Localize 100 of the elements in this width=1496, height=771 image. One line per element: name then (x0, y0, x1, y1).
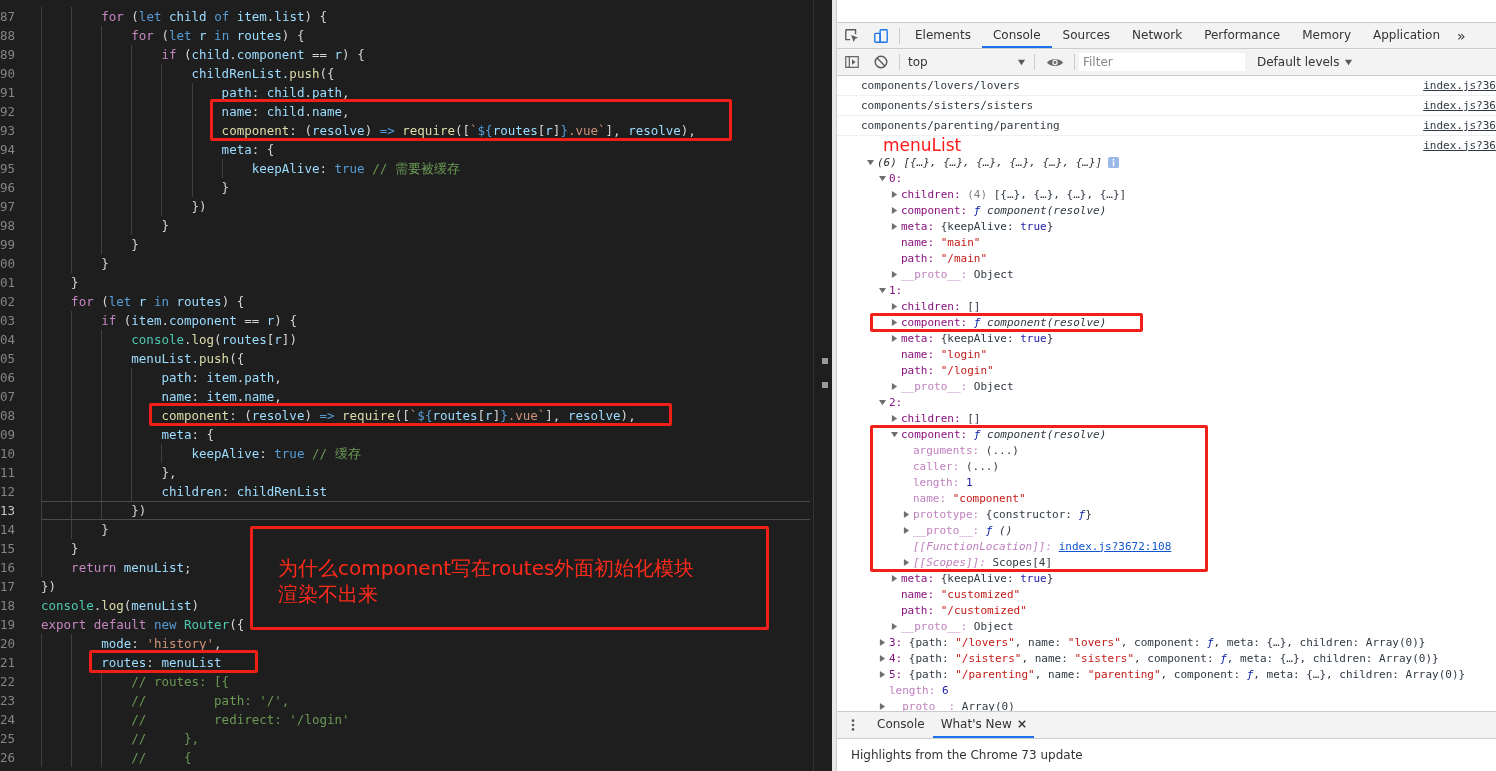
more-tabs-button[interactable]: » (1451, 27, 1472, 44)
property-entry: [[FunctionLocation]]: index.js?3672:108 (913, 539, 1172, 553)
line-number: 89 (0, 46, 17, 64)
drawer-tab[interactable]: What's New (932, 712, 1034, 738)
drawer-tab[interactable]: Console (869, 712, 933, 738)
disclosure-triangle[interactable] (891, 382, 898, 390)
disclosure-triangle[interactable] (891, 334, 898, 342)
disclosure-triangle[interactable] (903, 558, 910, 566)
disclosure-triangle[interactable] (891, 302, 898, 310)
clear-console-icon[interactable] (873, 54, 889, 70)
line-number: 20 (0, 635, 17, 653)
property-entry: [[Scopes]]: Scopes[4] (913, 555, 1053, 569)
line-number: 87 (0, 8, 17, 26)
source-link[interactable]: index.js?36 (1423, 79, 1496, 92)
caret-icon (1017, 57, 1026, 67)
console-message: components/lovers/lovers (861, 79, 1021, 92)
property-entry: children: [] (901, 299, 981, 313)
device-icon[interactable] (873, 27, 889, 44)
annotation-note: menuList (882, 136, 963, 154)
levels-dropdown[interactable]: Default levels (1251, 54, 1360, 70)
line-number: 18 (0, 597, 17, 615)
property-entry: name: "component" (913, 491, 1026, 505)
sidebar-toggle-icon[interactable] (844, 54, 860, 70)
line-number: 15 (0, 540, 17, 558)
line-number: 99 (0, 236, 17, 254)
disclosure-triangle[interactable] (879, 654, 886, 662)
close-icon[interactable] (1017, 720, 1026, 728)
property-entry: children: [] (901, 411, 981, 425)
property-entry: 5: {path: "/parenting", name: "parenting", component: ƒ, meta: {…}, children: Array(0)} (889, 667, 1466, 681)
disclosure-triangle[interactable] (891, 414, 898, 422)
property-entry: meta: {keepAlive: true} (901, 331, 1054, 345)
line-number: 03 (0, 312, 17, 330)
more-menu-icon[interactable] (851, 718, 855, 732)
disclosure-triangle[interactable] (891, 270, 898, 278)
disclosure-triangle[interactable] (891, 222, 898, 230)
disclosure-triangle[interactable] (879, 174, 886, 182)
disclosure-triangle[interactable] (891, 622, 898, 630)
line-number: 08 (0, 407, 17, 425)
disclosure-triangle[interactable] (879, 638, 886, 646)
devtools-tab[interactable]: Memory (1291, 23, 1362, 48)
property-entry: 1: (889, 283, 903, 297)
line-number: 26 (0, 749, 17, 767)
disclosure-triangle[interactable] (879, 702, 886, 710)
disclosure-triangle[interactable] (891, 318, 898, 326)
line-number: 11 (0, 464, 17, 482)
disclosure-triangle[interactable] (867, 158, 874, 166)
property-entry: 0: (889, 171, 903, 185)
filter-field[interactable]: Filter (1079, 53, 1245, 71)
line-number: 04 (0, 331, 17, 349)
console-message: components/parenting/parenting (861, 119, 1061, 132)
disclosure-triangle[interactable] (891, 430, 898, 438)
line-number: 96 (0, 179, 17, 197)
line-number: 05 (0, 350, 17, 368)
devtools-tab[interactable]: Performance (1193, 23, 1292, 48)
line-number: 92 (0, 103, 17, 121)
line-number: 09 (0, 426, 17, 444)
line-number: 93 (0, 122, 17, 140)
line-number: 25 (0, 730, 17, 748)
line-number: 23 (0, 692, 17, 710)
line-number: 13 (0, 502, 17, 520)
devtools-tab[interactable]: Sources (1051, 23, 1122, 48)
property-entry: name: "customized" (901, 587, 1021, 601)
property-entry: children: (4) [{…}, {…}, {…}, {…}] (901, 187, 1127, 201)
ruler-mark (822, 358, 828, 364)
context-select[interactable]: top (904, 55, 1030, 69)
disclosure-triangle[interactable] (879, 398, 886, 406)
disclosure-triangle[interactable] (891, 190, 898, 198)
line-number: 91 (0, 84, 17, 102)
disclosure-triangle[interactable] (891, 574, 898, 582)
disclosure-triangle[interactable] (903, 526, 910, 534)
property-entry: 4: {path: "/sisters", name: "sisters", component: ƒ, meta: {…}, children: Array(0)} (889, 651, 1439, 665)
disclosure-triangle[interactable] (903, 510, 910, 518)
devtools-tab[interactable]: Application (1362, 23, 1452, 48)
disclosure-triangle[interactable] (879, 670, 886, 678)
property-entry: component: ƒ component(resolve) (901, 315, 1107, 329)
source-link[interactable]: index.js?36 (1423, 99, 1496, 112)
line-number: 06 (0, 369, 17, 387)
line-number: 17 (0, 578, 17, 596)
devtools-tab[interactable]: Elements (904, 23, 982, 48)
line-number: 12 (0, 483, 17, 501)
property-entry: prototype: {constructor: ƒ} (913, 507, 1092, 521)
line-number: 00 (0, 255, 17, 273)
source-link[interactable]: index.js?36 (1423, 119, 1496, 132)
line-number: 95 (0, 160, 17, 178)
line-number: 07 (0, 388, 17, 406)
console-message: components/sisters/sisters (861, 99, 1035, 112)
property-entry: path: "/customized" (901, 603, 1027, 617)
disclosure-triangle[interactable] (891, 206, 898, 214)
line-number: 21 (0, 654, 17, 672)
devtools-tab[interactable]: Network (1121, 23, 1194, 48)
inspect-icon[interactable] (844, 27, 860, 44)
line-number: 88 (0, 27, 17, 45)
line-number: 94 (0, 141, 17, 159)
line-number: 97 (0, 198, 17, 216)
disclosure-triangle[interactable] (879, 286, 886, 294)
property-entry: length: 1 (913, 475, 973, 489)
line-number: 01 (0, 274, 17, 292)
source-link[interactable]: index.js?36 (1423, 138, 1496, 152)
line-number: 24 (0, 711, 17, 729)
line-number: 16 (0, 559, 17, 577)
